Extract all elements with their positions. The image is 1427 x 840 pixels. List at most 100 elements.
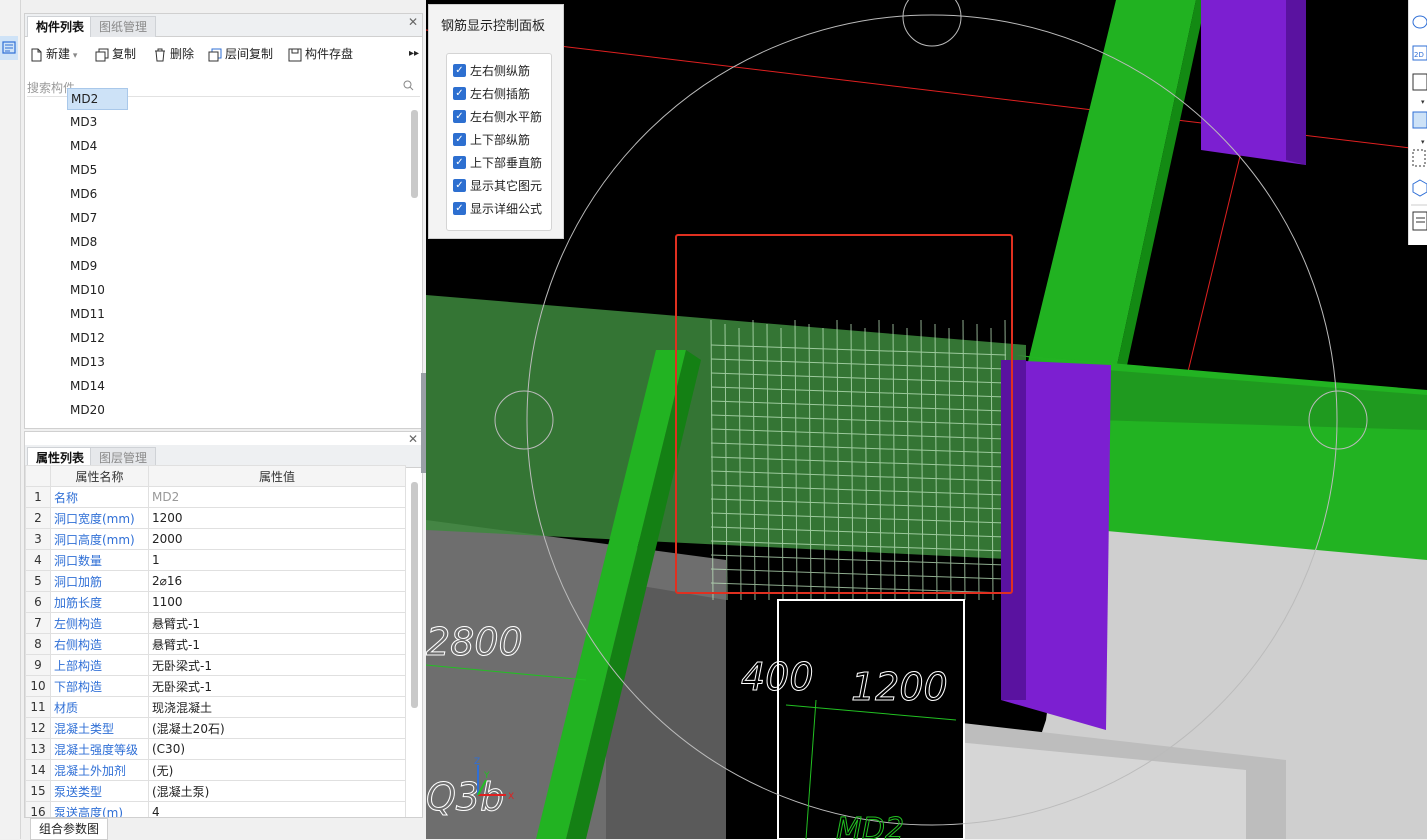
- property-value[interactable]: (混凝土泵): [148, 780, 406, 802]
- list-item[interactable]: MD4: [67, 136, 100, 156]
- delete-button[interactable]: 删除: [153, 42, 194, 66]
- table-row[interactable]: 6 加筋长度 1100: [25, 591, 406, 613]
- rebar-option-checkbox[interactable]: ✓ 显示详细公式: [453, 200, 542, 218]
- table-row[interactable]: 13 混凝土强度等级 (C30): [25, 738, 406, 760]
- rebar-option-label: 上下部垂直筋: [470, 156, 543, 170]
- property-value[interactable]: 悬臂式-1: [148, 612, 406, 634]
- tab-drawing-management[interactable]: 图纸管理: [90, 16, 157, 37]
- property-value[interactable]: 1100: [148, 591, 406, 613]
- property-value[interactable]: MD2: [148, 486, 406, 508]
- property-value[interactable]: 4: [148, 801, 406, 817]
- 3d-cube-icon[interactable]: [1412, 179, 1427, 197]
- rebar-option-checkbox[interactable]: ✓ 上下部纵筋: [453, 131, 530, 149]
- new-button[interactable]: 新建 ▾: [29, 42, 77, 66]
- table-row[interactable]: 10 下部构造 无卧梁式-1: [25, 675, 406, 697]
- list-item[interactable]: MD6: [67, 184, 100, 204]
- table-row[interactable]: 3 洞口高度(mm) 2000: [25, 528, 406, 550]
- checkbox-checked-icon[interactable]: ✓: [453, 179, 466, 192]
- 3d-viewport[interactable]: 2800 400 1200 Q3b MD2 Z Y X: [426, 0, 1427, 839]
- table-row[interactable]: 1 名称 MD2: [25, 486, 406, 508]
- right-toolbar: 2D ▾ ▾: [1408, 0, 1427, 245]
- table-row[interactable]: 4 洞口数量 1: [25, 549, 406, 571]
- new-file-icon: [31, 48, 42, 61]
- row-number: 3: [25, 528, 51, 550]
- property-value[interactable]: 无卧梁式-1: [148, 675, 406, 697]
- list-item[interactable]: MD9: [67, 256, 100, 276]
- list-item[interactable]: MD13: [67, 352, 108, 372]
- table-row[interactable]: 9 上部构造 无卧梁式-1: [25, 654, 406, 676]
- row-number: 13: [25, 738, 51, 760]
- property-name: 右侧构造: [50, 633, 149, 655]
- property-value[interactable]: 1200: [148, 507, 406, 529]
- list-item[interactable]: MD12: [67, 328, 108, 348]
- list-item[interactable]: MD7: [67, 208, 100, 228]
- property-name: 混凝土强度等级: [50, 738, 149, 760]
- rebar-option-checkbox[interactable]: ✓ 上下部垂直筋: [453, 154, 542, 172]
- property-panel: 属性列表 图层管理 ✕ 属性名称 属性值 1 名称 MD2 2 洞口宽度(mm) 1200…: [24, 431, 423, 818]
- property-value[interactable]: 无卧梁式-1: [148, 654, 406, 676]
- property-value[interactable]: (C30): [148, 738, 406, 760]
- row-number: 9: [25, 654, 51, 676]
- list-item[interactable]: MD14: [67, 376, 108, 396]
- floor-copy-button[interactable]: 层间复制: [208, 42, 273, 66]
- 2d-view-icon[interactable]: 2D: [1412, 45, 1427, 61]
- table-row[interactable]: 7 左侧构造 悬臂式-1: [25, 612, 406, 634]
- list-item[interactable]: MD5: [67, 160, 100, 180]
- list-item[interactable]: MD11: [67, 304, 108, 324]
- rebar-option-checkbox[interactable]: ✓ 左右侧水平筋: [453, 108, 542, 126]
- checkbox-checked-icon[interactable]: ✓: [453, 87, 466, 100]
- table-row[interactable]: 16 泵送高度(m) 4: [25, 801, 406, 817]
- rebar-option-checkbox[interactable]: ✓ 显示其它图元: [453, 177, 542, 195]
- layer-icon[interactable]: [1412, 111, 1427, 129]
- property-value[interactable]: (无): [148, 759, 406, 781]
- property-table: 属性名称 属性值 1 名称 MD2 2 洞口宽度(mm) 1200 3 洞口高度(mm) 200…: [25, 465, 406, 817]
- property-value[interactable]: (混凝土20石): [148, 717, 406, 739]
- box-select-icon[interactable]: [1412, 149, 1426, 167]
- checkbox-checked-icon[interactable]: ✓: [453, 202, 466, 215]
- combined-params-button[interactable]: 组合参数图: [30, 818, 109, 840]
- property-value[interactable]: 2⌀16: [148, 570, 406, 592]
- list-item[interactable]: MD3: [67, 112, 100, 132]
- list-view-icon[interactable]: [0, 36, 18, 60]
- table-row[interactable]: 14 混凝土外加剂 (无): [25, 759, 406, 781]
- window-icon[interactable]: [1412, 73, 1427, 91]
- property-name: 泵送类型: [50, 780, 149, 802]
- table-row[interactable]: 12 混凝土类型 (混凝土20石): [25, 717, 406, 739]
- property-value[interactable]: 悬臂式-1: [148, 633, 406, 655]
- list-item[interactable]: MD10: [67, 280, 108, 300]
- close-icon[interactable]: ✕: [408, 15, 418, 29]
- list-view-icon[interactable]: [1412, 211, 1427, 231]
- orbit-icon[interactable]: [1412, 15, 1427, 29]
- property-value[interactable]: 2000: [148, 528, 406, 550]
- save-component-button[interactable]: 构件存盘: [288, 42, 353, 66]
- component-list-panel: 构件列表 图纸管理 ✕ 新建 ▾ 复制 删除 层间复制 构件存盘 ▸▸ 搜索构件…: [24, 13, 423, 429]
- checkbox-checked-icon[interactable]: ✓: [453, 133, 466, 146]
- table-row[interactable]: 8 右侧构造 悬臂式-1: [25, 633, 406, 655]
- property-value[interactable]: 现浇混凝土: [148, 696, 406, 718]
- search-icon[interactable]: [403, 80, 414, 91]
- tab-component-list[interactable]: 构件列表: [27, 16, 94, 37]
- copy-button[interactable]: 复制: [95, 42, 136, 66]
- table-row[interactable]: 15 泵送类型 (混凝土泵): [25, 780, 406, 802]
- list-item[interactable]: MD8: [67, 232, 100, 252]
- checkbox-checked-icon[interactable]: ✓: [453, 110, 466, 123]
- list-item[interactable]: MD2: [67, 88, 128, 110]
- property-scrollbar[interactable]: [411, 482, 418, 708]
- list-item[interactable]: MD20: [67, 400, 108, 420]
- svg-text:▾: ▾: [1421, 138, 1425, 146]
- table-row[interactable]: 5 洞口加筋 2⌀16: [25, 570, 406, 592]
- svg-text:2D: 2D: [1414, 51, 1424, 59]
- rebar-option-checkbox[interactable]: ✓ 左右侧插筋: [453, 85, 530, 103]
- close-icon[interactable]: ✕: [408, 432, 418, 446]
- rebar-option-checkbox[interactable]: ✓ 左右侧纵筋: [453, 62, 530, 80]
- more-tools-icon[interactable]: ▸▸: [409, 42, 419, 66]
- checkbox-checked-icon[interactable]: ✓: [453, 156, 466, 169]
- table-row[interactable]: 11 材质 现浇混凝土: [25, 696, 406, 718]
- rebar-option-label: 显示其它图元: [470, 179, 543, 193]
- checkbox-checked-icon[interactable]: ✓: [453, 64, 466, 77]
- list-scrollbar[interactable]: [411, 110, 418, 198]
- property-value[interactable]: 1: [148, 549, 406, 571]
- copy-label: 复制: [112, 47, 137, 61]
- table-row[interactable]: 2 洞口宽度(mm) 1200: [25, 507, 406, 529]
- rebar-option-label: 左右侧纵筋: [470, 64, 531, 78]
